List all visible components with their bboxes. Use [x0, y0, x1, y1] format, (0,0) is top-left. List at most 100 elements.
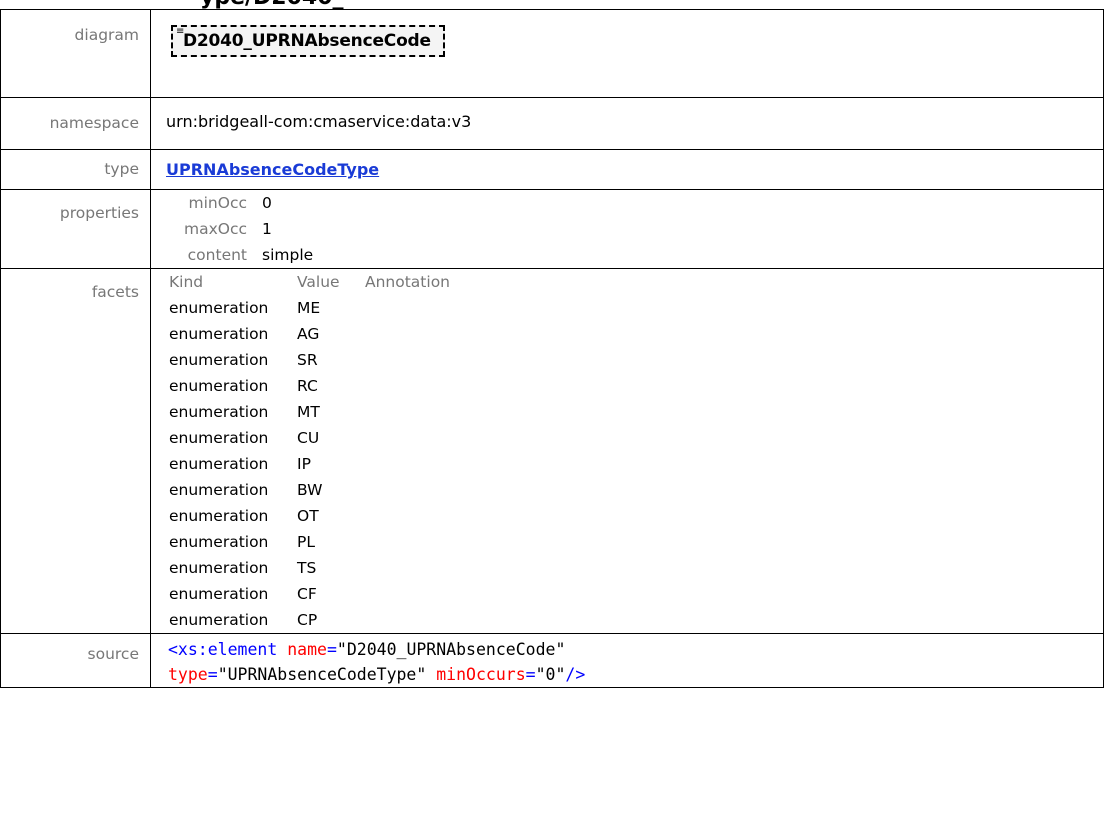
property-key: content — [187, 246, 247, 264]
facet-annotation — [365, 347, 450, 373]
facet-value: IP — [297, 455, 311, 473]
code-equals: = — [326, 640, 337, 659]
facet-kind: enumeration — [169, 585, 269, 603]
facet-value: OT — [297, 507, 319, 525]
page-heading-partial: ype/D2040_ — [200, 0, 344, 9]
sequence-icon: ≡ — [176, 26, 185, 37]
code-attr-name: minOccurs — [436, 665, 526, 684]
facet-kind: enumeration — [169, 429, 269, 447]
type-label: type — [0, 149, 151, 190]
properties-label: properties — [0, 189, 151, 269]
namespace-row: namespace urn:bridgeall-com:cmaservice:d… — [0, 97, 1104, 150]
facet-value: PL — [297, 533, 315, 551]
facet-header-annotation: Annotation — [365, 273, 451, 291]
code-attr-name: name — [287, 640, 327, 659]
property-row: maxOcc 1 — [167, 216, 313, 242]
facet-header-kind: Kind — [169, 273, 204, 291]
facet-kind: enumeration — [169, 377, 269, 395]
facet-kind: enumeration — [169, 533, 269, 551]
facet-annotation — [365, 321, 450, 347]
facet-annotation — [365, 581, 450, 607]
facet-value: CF — [297, 585, 317, 603]
facet-annotation — [365, 503, 450, 529]
properties-table: minOcc 0 maxOcc 1 content simple — [167, 190, 313, 268]
code-equals: = — [207, 665, 218, 684]
facet-kind: enumeration — [169, 455, 269, 473]
facet-annotation — [365, 295, 450, 321]
facet-annotation — [365, 425, 450, 451]
facet-annotation — [365, 555, 450, 581]
facet-value: TS — [297, 559, 317, 577]
code-equals: = — [525, 665, 536, 684]
property-key: minOcc — [188, 194, 247, 212]
facet-row: enumeration MT — [167, 399, 450, 425]
type-row: type UPRNAbsenceCodeType — [0, 149, 1104, 190]
facet-kind: enumeration — [169, 481, 269, 499]
code-tag-open: <xs:element — [168, 640, 278, 659]
facet-kind: enumeration — [169, 403, 269, 421]
diagram-cell: ≡ D2040_UPRNAbsenceCode — [150, 9, 1104, 98]
facet-kind: enumeration — [169, 325, 269, 343]
facet-row: enumeration BW — [167, 477, 450, 503]
facet-value: RC — [297, 377, 318, 395]
property-row: content simple — [167, 242, 314, 268]
code-attr-value: "D2040_UPRNAbsenceCode" — [336, 640, 566, 659]
facet-value: MT — [297, 403, 320, 421]
facets-table: Kind Value Annotation enumeration ME enum… — [167, 269, 450, 633]
facet-row: enumeration OT — [167, 503, 450, 529]
facet-annotation — [365, 373, 450, 399]
diagram-label: diagram — [0, 9, 151, 98]
facets-header-row: Kind Value Annotation — [167, 269, 450, 295]
facet-kind: enumeration — [169, 559, 269, 577]
element-doc-table: diagram ≡ D2040_UPRNAbsenceCode namespac… — [0, 9, 1104, 688]
facet-annotation — [365, 451, 450, 477]
code-tag-close: /> — [565, 665, 586, 684]
property-value: 1 — [262, 220, 272, 238]
facet-row: enumeration CU — [167, 425, 450, 451]
source-row: source <xs:element name="D2040_UPRNAbsen… — [0, 633, 1104, 688]
facet-row: enumeration ME — [167, 295, 450, 321]
facet-value: SR — [297, 351, 318, 369]
facet-kind: enumeration — [169, 299, 269, 317]
property-key: maxOcc — [183, 220, 247, 238]
facet-kind: enumeration — [169, 351, 269, 369]
facet-annotation — [365, 607, 450, 633]
type-link[interactable]: UPRNAbsenceCodeType — [166, 160, 379, 179]
source-label: source — [0, 633, 151, 688]
namespace-value: urn:bridgeall-com:cmaservice:data:v3 — [150, 97, 1104, 150]
code-attr-name: type — [168, 665, 208, 684]
diagram-element-name: D2040_UPRNAbsenceCode — [183, 31, 431, 51]
namespace-label: namespace — [0, 97, 151, 150]
facet-value: CU — [297, 429, 320, 447]
facets-row: facets Kind Value Annotation enumeration… — [0, 268, 1104, 634]
facet-kind: enumeration — [169, 507, 269, 525]
facet-value: ME — [297, 299, 321, 317]
facet-annotation — [365, 529, 450, 555]
facets-cell: Kind Value Annotation enumeration ME enum… — [150, 268, 1104, 634]
property-row: minOcc 0 — [167, 190, 313, 216]
properties-row: properties minOcc 0 maxOcc 1 content sim… — [0, 189, 1104, 269]
facet-row: enumeration TS — [167, 555, 450, 581]
facet-row: enumeration AG — [167, 321, 450, 347]
type-cell: UPRNAbsenceCodeType — [150, 149, 1104, 190]
facet-row: enumeration CF — [167, 581, 450, 607]
facet-row: enumeration RC — [167, 373, 450, 399]
property-value: simple — [262, 246, 314, 264]
source-code: <xs:element name="D2040_UPRNAbsenceCode"… — [166, 634, 1103, 687]
element-diagram-box[interactable]: ≡ D2040_UPRNAbsenceCode — [171, 25, 445, 57]
facet-header-value: Value — [297, 273, 340, 291]
facet-row: enumeration CP — [167, 607, 450, 633]
facet-annotation — [365, 477, 450, 503]
code-attr-value: "UPRNAbsenceCodeType" — [217, 665, 427, 684]
property-value: 0 — [262, 194, 272, 212]
facet-row: enumeration PL — [167, 529, 450, 555]
facet-value: BW — [297, 481, 323, 499]
source-cell: <xs:element name="D2040_UPRNAbsenceCode"… — [150, 633, 1104, 688]
facet-row: enumeration IP — [167, 451, 450, 477]
facet-value: AG — [297, 325, 320, 343]
properties-cell: minOcc 0 maxOcc 1 content simple — [150, 189, 1104, 269]
diagram-row: diagram ≡ D2040_UPRNAbsenceCode — [0, 9, 1104, 98]
facets-label: facets — [0, 268, 151, 634]
facet-row: enumeration SR — [167, 347, 450, 373]
facet-value: CP — [297, 611, 318, 629]
